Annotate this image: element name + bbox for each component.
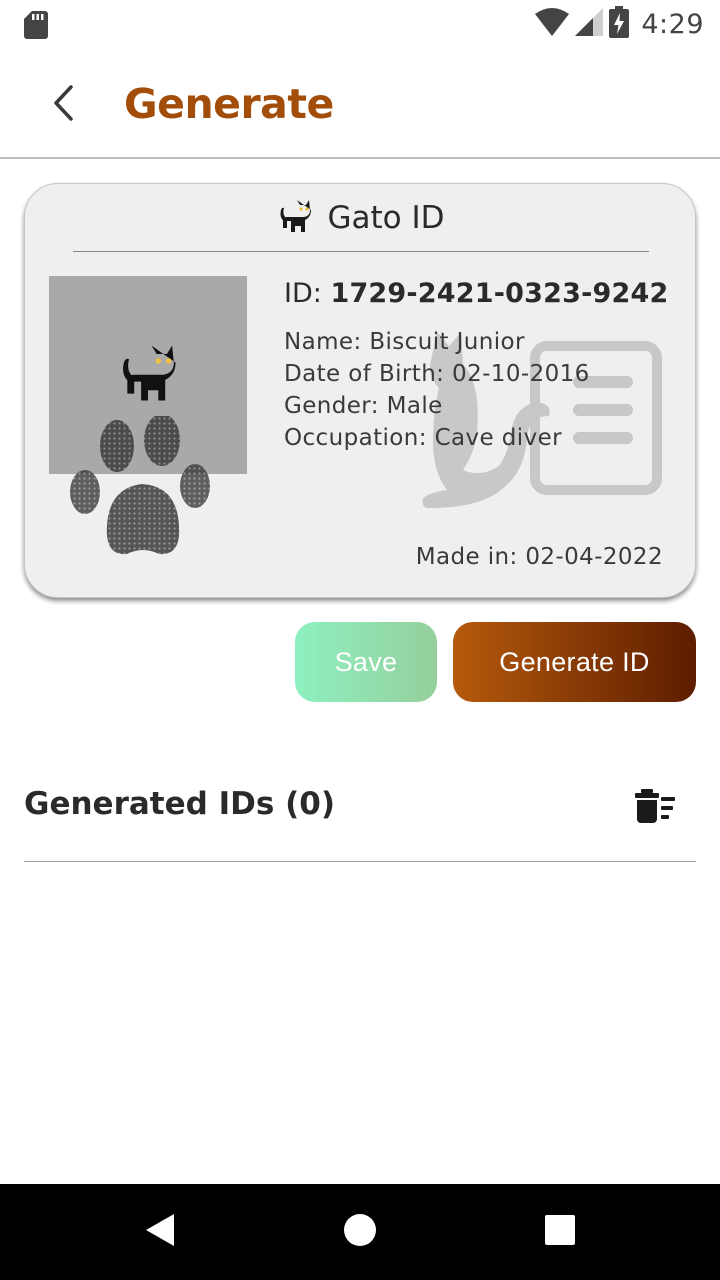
page-title: Generate [124,80,334,128]
back-triangle-icon [144,1213,176,1251]
app-bar: Generate [0,48,720,159]
status-icons: 4:29 [535,6,704,42]
navigation-bar [0,1184,720,1280]
home-circle-icon [343,1213,377,1251]
id-label: ID: [284,278,322,309]
chevron-left-icon [51,84,75,126]
paw-print-icon [67,414,217,566]
pet-info: Name: Biscuit Junior Date of Birth: 02-1… [284,326,590,454]
nav-home-button[interactable] [336,1208,384,1256]
id-number: ID: 1729-2421-0323-9242 [284,278,668,309]
pet-gender: Gender: Male [284,393,443,419]
card-header: Gato ID [73,184,649,252]
pet-name: Name: Biscuit Junior [284,329,525,355]
wifi-icon [535,8,570,40]
back-button[interactable] [40,82,86,128]
recents-square-icon [545,1215,575,1249]
cell-signal-icon [575,8,604,40]
made-in-date: Made in: 02-04-2022 [415,544,663,570]
nav-back-button[interactable] [136,1208,184,1256]
pet-dob: Date of Birth: 02-10-2016 [284,361,590,387]
id-value: 1729-2421-0323-9242 [330,278,669,309]
generate-id-button[interactable]: Generate ID [453,622,696,702]
pet-occupation: Occupation: Cave diver [284,425,563,451]
battery-charging-icon [609,6,630,42]
status-bar: 4:29 [0,0,720,48]
clock: 4:29 [641,8,704,40]
generated-ids-header: Generated IDs (0) [24,770,696,862]
sd-card-icon [24,11,48,43]
card-title: Gato ID [327,199,445,236]
nav-recents-button[interactable] [536,1208,584,1256]
delete-sweep-icon [635,789,677,827]
delete-all-button[interactable] [634,786,678,830]
cat-icon [117,342,179,408]
generated-ids-title: Generated IDs (0) [24,786,336,822]
id-card: Gato ID ID: 1729-2421-0323-9242 Name: Bi… [24,183,696,598]
cat-icon [277,198,313,238]
save-button[interactable]: Save [295,622,437,702]
